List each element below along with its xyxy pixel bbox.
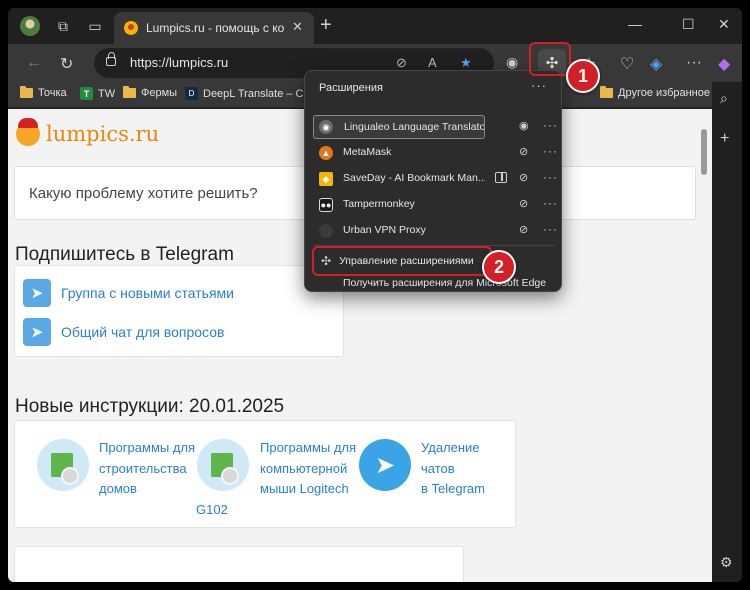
workspaces-icon[interactable]: ⧉: [54, 17, 72, 35]
bookmark-label: TW: [98, 87, 116, 100]
extension-item-saveday[interactable]: SaveDay - AI Bookmark Man... ◆ ⊘ ···: [313, 167, 558, 191]
no-tracking-icon[interactable]: ⊘: [396, 55, 407, 71]
telegram-group-link[interactable]: Группа с новыми статьями: [61, 285, 234, 301]
step-1-highlight: [529, 42, 571, 76]
bookmark-deepl[interactable]: D DeepL Translate – С...: [185, 87, 313, 100]
close-window-icon[interactable]: ✕: [718, 16, 730, 33]
tw-icon: T: [80, 87, 93, 100]
new-instructions-heading: Новые инструкции: 20.01.2025: [15, 396, 285, 417]
article-title[interactable]: Программы для строительства домов: [99, 438, 195, 500]
more-options-icon[interactable]: ···: [543, 144, 558, 158]
bookmark-tochka[interactable]: Точка: [20, 86, 67, 99]
maximize-icon[interactable]: ☐: [682, 16, 695, 33]
lock-icon[interactable]: [106, 52, 116, 66]
read-aloud-icon[interactable]: A: [428, 55, 437, 70]
hidden-eye-icon[interactable]: ⊘: [519, 197, 528, 210]
visible-eye-icon[interactable]: ◉: [519, 119, 529, 132]
extension-name[interactable]: SaveDay - AI Bookmark Man...: [313, 167, 485, 191]
lumpics-favicon-icon: [124, 21, 138, 35]
refresh-icon[interactable]: ↻: [60, 54, 73, 74]
favorite-star-icon[interactable]: ★: [460, 55, 472, 71]
software-box-icon[interactable]: [37, 439, 89, 491]
telegram-delete-icon[interactable]: ➤: [359, 439, 411, 491]
copilot-icon[interactable]: ◆: [718, 54, 730, 74]
extension-name[interactable]: Lingualeo Language Translator: [313, 115, 485, 139]
new-tab-icon[interactable]: +: [320, 14, 332, 37]
browser-window: ⧉ ▭ Lumpics.ru - помощь с компьют ✕ + — …: [8, 8, 742, 582]
back-icon[interactable]: ←: [26, 54, 42, 72]
extension-item-urbanvpn[interactable]: Urban VPN Proxy ⊘ ···: [313, 219, 558, 243]
step-2-highlight: [312, 246, 492, 276]
site-logo[interactable]: lumpics.ru: [16, 118, 160, 146]
popup-more-icon[interactable]: ···: [531, 78, 547, 93]
more-options-icon[interactable]: ···: [543, 222, 558, 236]
article-title[interactable]: Удаление чатов в Telegram: [421, 438, 515, 500]
metamask-fox-icon: ▲: [319, 146, 333, 160]
next-card: [14, 546, 464, 582]
extension-item-lingualeo[interactable]: Lingualeo Language Translator ◉ ◉ ···: [313, 115, 558, 139]
sidebar-settings-icon[interactable]: ⚙: [720, 554, 733, 571]
extension-item-metamask[interactable]: MetaMask ▲ ⊘ ···: [313, 141, 558, 165]
bookmark-label: Фермы: [141, 87, 178, 99]
search-placeholder: Какую проблему хотите решить?: [29, 185, 258, 202]
close-tab-icon[interactable]: ✕: [292, 19, 303, 35]
scrollbar-thumb[interactable]: [701, 129, 707, 175]
sidebar-search-icon[interactable]: ⌕: [720, 90, 728, 107]
other-favorites-label: Другое избранное: [618, 87, 710, 99]
more-options-icon[interactable]: ···: [543, 118, 558, 132]
url-text[interactable]: https://lumpics.ru: [130, 55, 228, 70]
telegram-card: ➤ Группа с новыми статьями ➤ Общий чат д…: [14, 265, 344, 357]
step-2-badge: 2: [482, 250, 516, 284]
articles-card: Программы для строительства домов Программ…: [14, 420, 516, 528]
saveday-icon: ◆: [319, 172, 333, 186]
hidden-eye-icon[interactable]: ⊘: [519, 223, 528, 236]
bookmark-tw[interactable]: T TW: [80, 87, 115, 100]
edge-sidebar: ⌕ + ⚙: [712, 82, 742, 582]
more-options-icon[interactable]: ···: [543, 196, 558, 210]
tab-title: Lumpics.ru - помощь с компьют: [146, 21, 284, 35]
folder-icon: [20, 86, 33, 98]
urban-vpn-icon: [319, 224, 333, 238]
profile-avatar[interactable]: [20, 16, 40, 36]
folder-icon: [123, 86, 136, 98]
tab-actions-icon[interactable]: ▭: [86, 17, 104, 35]
hidden-eye-icon[interactable]: ⊘: [519, 145, 528, 158]
article-title[interactable]: Программы для компьютерной мыши Logitech: [260, 438, 356, 500]
browser-essentials-icon[interactable]: ◉: [506, 54, 518, 71]
health-icon[interactable]: ♡: [620, 54, 634, 74]
telegram-icon[interactable]: ➤: [23, 318, 51, 346]
deepl-icon: D: [185, 87, 198, 100]
side-panel-icon[interactable]: [495, 172, 507, 183]
folder-icon: [600, 86, 613, 98]
more-menu-icon[interactable]: ···: [686, 54, 702, 72]
tab-lumpics[interactable]: Lumpics.ru - помощь с компьют ✕: [114, 12, 314, 44]
lingualeo-icon: ◉: [319, 120, 333, 134]
software-box-icon[interactable]: [197, 439, 249, 491]
extensions-popup-title: Расширения: [319, 82, 383, 94]
minimize-icon[interactable]: —: [628, 16, 642, 32]
telegram-heading: Подпишитесь в Telegram: [15, 244, 234, 265]
telegram-chat-link[interactable]: Общий чат для вопросов: [61, 324, 224, 340]
logo-text: lumpics.ru: [46, 122, 160, 146]
logo-icon: [16, 118, 40, 146]
sidebar-add-icon[interactable]: +: [720, 130, 729, 148]
page-scrollbar[interactable]: [696, 109, 712, 582]
article-title-overflow[interactable]: G102: [196, 500, 228, 521]
bookmark-fermy[interactable]: Фермы: [123, 86, 178, 99]
get-extensions-link[interactable]: Получить расширения для Microsoft Edge: [343, 277, 546, 289]
more-options-icon[interactable]: ···: [543, 170, 558, 184]
collections-icon[interactable]: ◈: [650, 54, 662, 74]
bookmark-label: DeepL Translate – С...: [203, 87, 313, 100]
other-favorites[interactable]: Другое избранное: [600, 86, 710, 99]
tab-bar: ⧉ ▭ Lumpics.ru - помощь с компьют ✕ + — …: [8, 8, 742, 44]
hidden-eye-icon[interactable]: ⊘: [519, 171, 528, 184]
extension-item-tampermonkey[interactable]: Tampermonkey ●● ⊘ ···: [313, 193, 558, 217]
step-1-badge: 1: [566, 59, 600, 93]
tampermonkey-icon: ●●: [319, 198, 333, 212]
telegram-icon[interactable]: ➤: [23, 279, 51, 307]
bookmark-label: Точка: [38, 87, 67, 99]
